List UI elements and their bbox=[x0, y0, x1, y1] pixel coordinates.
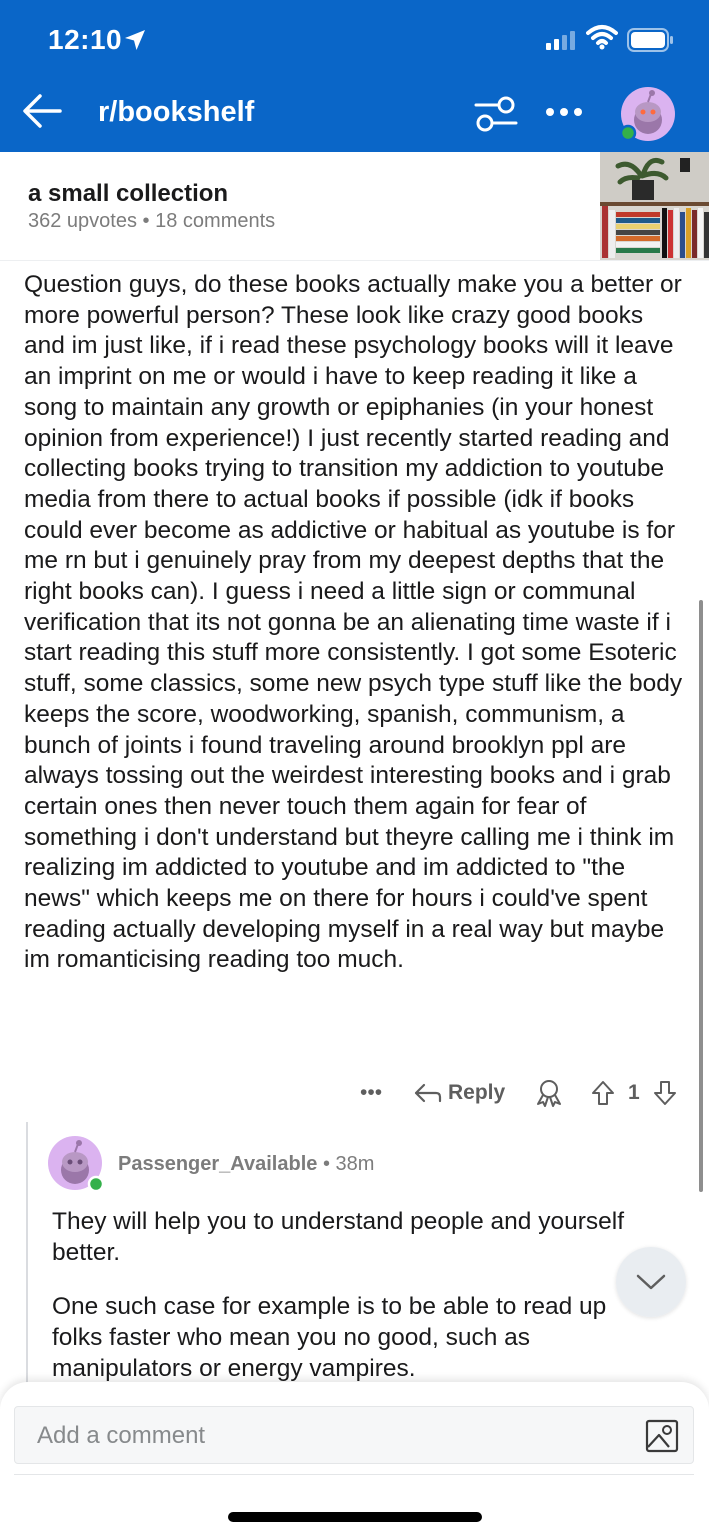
post-body: Question guys, do these books actually m… bbox=[24, 271, 683, 974]
subreddit-title[interactable]: r/bookshelf bbox=[98, 96, 254, 129]
author-separator: • bbox=[322, 1153, 330, 1175]
divider bbox=[14, 1474, 694, 1475]
award-icon bbox=[537, 1080, 561, 1107]
scrollbar[interactable] bbox=[699, 600, 703, 1192]
post-thumbnail-image[interactable] bbox=[600, 152, 709, 260]
comment-author[interactable]: Passenger_Available bbox=[118, 1153, 317, 1175]
comment-placeholder: Add a comment bbox=[37, 1422, 206, 1449]
reply-arrow-icon bbox=[414, 1083, 442, 1103]
cellular-signal-icon bbox=[546, 31, 575, 50]
commenter-avatar[interactable] bbox=[48, 1136, 106, 1194]
reply-label: Reply bbox=[448, 1081, 506, 1104]
add-comment-input[interactable]: Add a comment bbox=[14, 1406, 694, 1464]
sort-filter-icon[interactable] bbox=[474, 95, 518, 133]
status-time: 12:10 bbox=[48, 24, 123, 55]
user-avatar[interactable] bbox=[620, 86, 676, 142]
upvote-button[interactable] bbox=[590, 1075, 616, 1111]
wifi-icon bbox=[586, 25, 618, 50]
post-actions: ••• Reply 1 bbox=[350, 1075, 690, 1111]
divider bbox=[0, 260, 709, 261]
meta-separator: • bbox=[142, 210, 150, 232]
upvote-arrow-icon bbox=[592, 1081, 614, 1105]
post-title[interactable]: a small collection bbox=[28, 180, 228, 208]
comment-author-line: Passenger_Available • 38m bbox=[118, 1153, 374, 1176]
more-actions-button[interactable]: ••• bbox=[360, 1075, 382, 1111]
comment-age: 38m bbox=[335, 1153, 375, 1175]
battery-icon bbox=[627, 28, 673, 52]
downvote-button[interactable] bbox=[652, 1075, 678, 1111]
reply-button[interactable]: Reply bbox=[414, 1075, 505, 1111]
vote-count: 1 bbox=[628, 1081, 640, 1104]
back-arrow-icon[interactable] bbox=[22, 93, 62, 129]
more-options-icon[interactable] bbox=[544, 104, 584, 120]
jump-next-comment-button[interactable] bbox=[616, 1247, 686, 1317]
comment-paragraph: They will help you to understand people … bbox=[52, 1208, 625, 1266]
app-header: 12:10 r/bookshelf bbox=[0, 0, 709, 152]
comment-thread-line[interactable] bbox=[26, 1122, 28, 1387]
upvote-count: 362 upvotes bbox=[28, 210, 137, 232]
image-attach-icon[interactable] bbox=[645, 1419, 679, 1453]
chevron-down-icon bbox=[636, 1274, 666, 1290]
home-indicator[interactable] bbox=[228, 1512, 482, 1522]
comment-paragraph: One such case for example is to be able … bbox=[52, 1293, 607, 1382]
location-arrow-icon bbox=[125, 30, 145, 50]
post-meta: 362 upvotes • 18 comments bbox=[28, 210, 275, 233]
award-button[interactable] bbox=[534, 1075, 564, 1111]
downvote-arrow-icon bbox=[654, 1081, 676, 1105]
comment-count: 18 comments bbox=[155, 210, 276, 232]
